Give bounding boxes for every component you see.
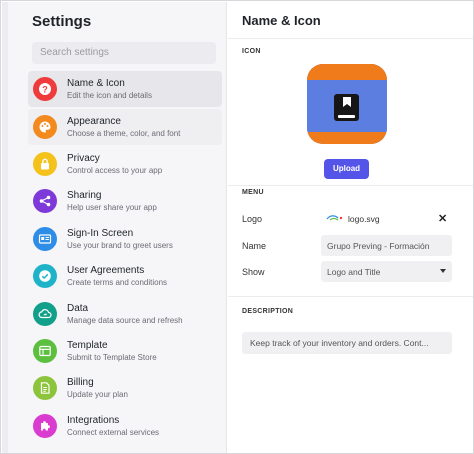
check-circle-icon xyxy=(33,264,57,288)
sidebar-item-label: Template xyxy=(67,340,108,351)
app-icon-preview[interactable] xyxy=(307,64,387,144)
logo-thumbnail-icon xyxy=(326,215,343,221)
description-field[interactable]: Keep track of your inventory and orders.… xyxy=(242,332,452,354)
upload-button[interactable]: Upload xyxy=(324,159,369,179)
show-label: Show xyxy=(242,267,265,277)
sidebar-item-name-icon[interactable]: ? Name & Icon Edit the icon and details xyxy=(28,71,222,107)
sidebar-title: Settings xyxy=(32,13,92,30)
sidebar-item-label: Billing xyxy=(67,377,94,388)
sidebar-item-description: Edit the icon and details xyxy=(67,91,152,100)
sidebar-item-label: Privacy xyxy=(67,153,100,164)
name-field[interactable]: Grupo Preving - Formación xyxy=(321,235,452,256)
logo-filename: logo.svg xyxy=(348,214,380,224)
sidebar-item-label: Sharing xyxy=(67,190,102,201)
sidebar-item-description: Use your brand to greet users xyxy=(67,241,173,250)
sidebar-item-sharing[interactable]: Sharing Help user share your app xyxy=(28,183,222,219)
puzzle-icon xyxy=(33,414,57,438)
sidebar-item-sign-in-screen[interactable]: Sign-In Screen Use your brand to greet u… xyxy=(28,221,222,257)
sidebar-item-label: Name & Icon xyxy=(67,78,125,89)
billing-doc-icon xyxy=(33,376,57,400)
sidebar-item-template[interactable]: Template Submit to Template Store xyxy=(28,333,222,369)
sidebar-item-label: User Agreements xyxy=(67,265,145,276)
svg-text:?: ? xyxy=(42,85,48,95)
icon-section-label: ICON xyxy=(242,48,261,55)
panel-title: Name & Icon xyxy=(242,13,321,28)
sidebar-item-description: Help user share your app xyxy=(67,203,157,212)
sidebar-item-description: Control access to your app xyxy=(67,166,163,175)
sidebar-item-data[interactable]: Data Manage data source and refresh xyxy=(28,296,222,332)
data-cloud-icon xyxy=(33,302,57,326)
divider xyxy=(228,185,473,186)
lock-icon xyxy=(33,152,57,176)
chevron-down-icon xyxy=(440,269,446,273)
divider xyxy=(228,296,473,297)
share-icon xyxy=(33,189,57,213)
description-section-label: DESCRIPTION xyxy=(242,308,294,315)
sidebar-item-description: Update your plan xyxy=(67,390,128,399)
sidebar-item-appearance[interactable]: Appearance Choose a theme, color, and fo… xyxy=(28,109,222,145)
name-label: Name xyxy=(242,241,267,251)
logo-label: Logo xyxy=(242,214,263,224)
question-icon: ? xyxy=(33,77,57,101)
sidebar-item-label: Data xyxy=(67,303,89,314)
sidebar-item-billing[interactable]: Billing Update your plan xyxy=(28,370,222,406)
sidebar-item-label: Appearance xyxy=(67,116,121,127)
sidebar-item-description: Submit to Template Store xyxy=(67,353,157,362)
show-select[interactable]: Logo and Title xyxy=(321,261,452,282)
name-icon-panel: Name & Icon ICON Upload MENU Logo logo.s… xyxy=(228,2,473,453)
remove-logo-icon[interactable]: ✕ xyxy=(438,212,447,225)
sidebar-item-description: Manage data source and refresh xyxy=(67,316,183,325)
search-input[interactable]: Search settings xyxy=(32,42,216,64)
sidebar-item-label: Integrations xyxy=(67,415,120,426)
signin-card-icon xyxy=(33,227,57,251)
sidebar-item-label: Sign-In Screen xyxy=(67,228,134,239)
sidebar-item-description: Connect external services xyxy=(67,428,160,437)
menu-section-label: MENU xyxy=(242,189,264,196)
sidebar-item-description: Choose a theme, color, and font xyxy=(67,129,181,138)
palette-icon xyxy=(33,115,57,139)
sidebar-item-user-agreements[interactable]: User Agreements Create terms and conditi… xyxy=(28,258,222,294)
sidebar-item-privacy[interactable]: Privacy Control access to your app xyxy=(28,146,222,182)
divider xyxy=(228,38,473,39)
template-icon xyxy=(33,339,57,363)
settings-window: Settings Search settings ? Name & Icon E… xyxy=(0,0,474,454)
show-select-value: Logo and Title xyxy=(327,267,381,277)
sidebar-item-integrations[interactable]: Integrations Connect external services xyxy=(28,408,222,444)
sidebar-item-description: Create terms and conditions xyxy=(67,278,168,287)
settings-sidebar: Settings Search settings ? Name & Icon E… xyxy=(2,2,227,453)
